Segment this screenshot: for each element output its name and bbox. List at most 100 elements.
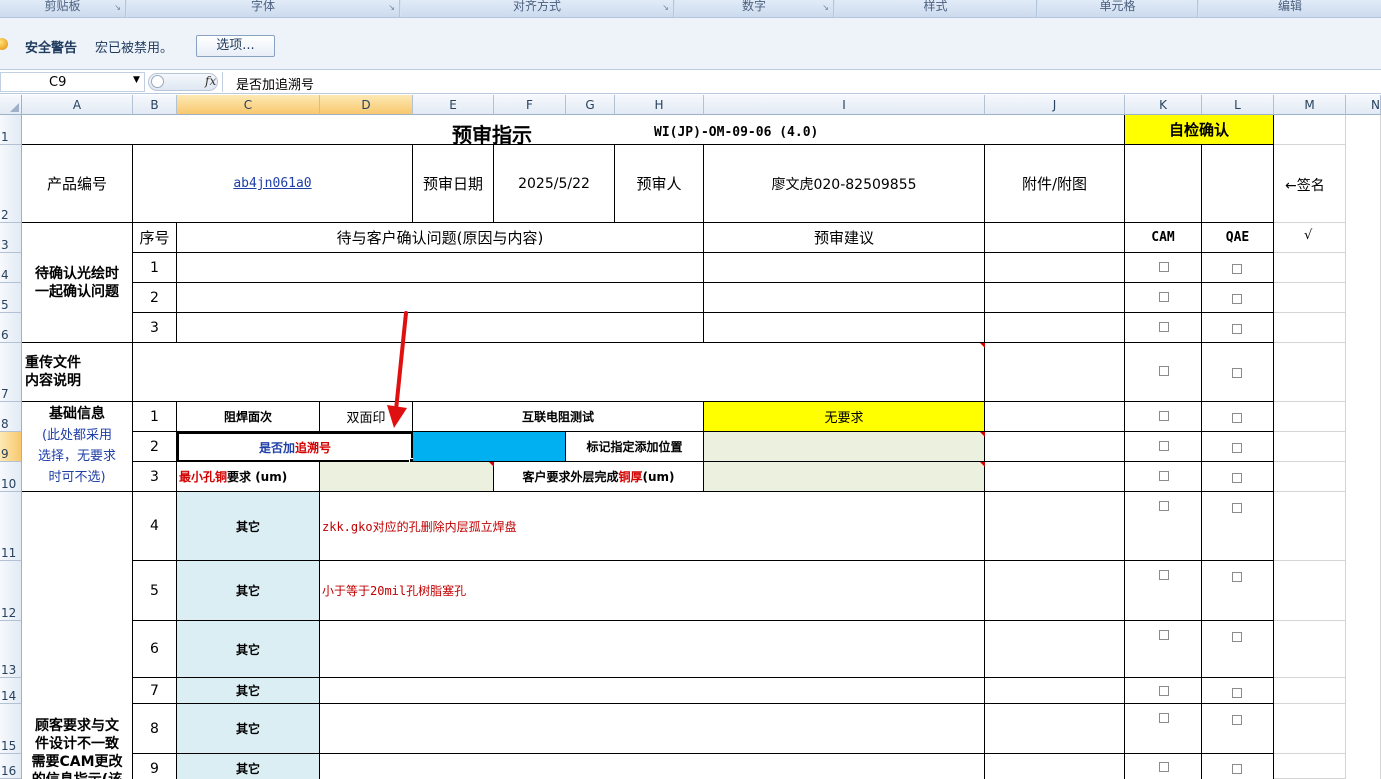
formula-input[interactable]: 是否加追溯号 [222, 72, 1381, 93]
row-header-10[interactable]: 10 [0, 462, 22, 492]
qae-checkbox[interactable] [1232, 294, 1242, 304]
ribbon-group-clipboard[interactable]: 剪贴板 ↘ [0, 0, 126, 17]
cell-j16[interactable] [985, 754, 1125, 779]
other-type[interactable]: 其它 [177, 492, 320, 561]
column-header-d[interactable]: D [320, 95, 413, 115]
qae-checkbox[interactable] [1232, 503, 1242, 513]
row-header-3[interactable]: 3 [0, 223, 22, 253]
cell-j6[interactable] [985, 313, 1125, 343]
cam-checkbox[interactable] [1159, 441, 1169, 451]
outer-thick-input[interactable] [704, 462, 985, 492]
reupload-content[interactable] [133, 343, 985, 402]
cell-j8[interactable] [985, 402, 1125, 432]
cam-checkbox[interactable] [1159, 630, 1169, 640]
other-content[interactable] [320, 678, 985, 704]
cam-checkbox[interactable] [1159, 570, 1169, 580]
column-header-f[interactable]: F [494, 95, 566, 115]
cell-m8[interactable] [1274, 402, 1346, 432]
mark-position-input[interactable] [704, 432, 985, 462]
ribbon-group-number[interactable]: 数字 ↘ [675, 0, 834, 17]
cell-j13[interactable] [985, 621, 1125, 678]
cell-l15[interactable] [1202, 704, 1274, 754]
pending-suggestion-3[interactable] [704, 313, 985, 343]
row-header-7[interactable]: 7 [0, 343, 22, 402]
column-header-j[interactable]: J [985, 95, 1125, 115]
other-type[interactable]: 其它 [177, 754, 320, 779]
column-header-c[interactable]: C [177, 95, 320, 115]
cell-m2[interactable]: ←签名 [1274, 145, 1346, 223]
cell-m9[interactable] [1274, 432, 1346, 462]
trace-no-select[interactable] [413, 432, 566, 462]
cell-j10[interactable] [985, 462, 1125, 492]
cam-checkbox[interactable] [1159, 411, 1169, 421]
column-header-b[interactable]: B [133, 95, 177, 115]
other-content[interactable]: zkk.gko对应的孔删除内层孤立焊盘 [320, 492, 985, 561]
cell-m12[interactable] [1274, 561, 1346, 621]
cell-m3[interactable]: √ [1274, 223, 1346, 253]
qae-checkbox[interactable] [1232, 264, 1242, 274]
other-type[interactable]: 其它 [177, 678, 320, 704]
cell-m1[interactable] [1274, 115, 1346, 145]
column-header-g[interactable]: G [566, 95, 615, 115]
other-content[interactable] [320, 621, 985, 678]
other-content[interactable] [320, 704, 985, 754]
qae-checkbox[interactable] [1232, 443, 1242, 453]
cell-j11[interactable] [985, 492, 1125, 561]
column-header-i[interactable]: I [704, 95, 985, 115]
cell-l13[interactable] [1202, 621, 1274, 678]
row-header-13[interactable]: 13 [0, 621, 22, 678]
other-content[interactable]: 小于等于20mil孔树脂塞孔 [320, 561, 985, 621]
row-header-11[interactable]: 11 [0, 492, 22, 561]
select-all-corner[interactable] [0, 95, 22, 115]
qae-checkbox[interactable] [1232, 764, 1242, 774]
title-cell[interactable]: 预审指示 WI(JP)-OM-09-06 (4.0) [22, 115, 1125, 145]
reviewer-value[interactable]: 廖文虎020-82509855 [704, 145, 985, 223]
cell-l2[interactable] [1202, 145, 1274, 223]
other-type[interactable]: 其它 [177, 561, 320, 621]
row-header-6[interactable]: 6 [0, 313, 22, 343]
cam-checkbox[interactable] [1159, 762, 1169, 772]
cell-m11[interactable] [1274, 492, 1346, 561]
cell-j4[interactable] [985, 253, 1125, 283]
row-header-8[interactable]: 8 [0, 402, 22, 432]
dialog-launcher-icon[interactable]: ↘ [822, 1, 829, 14]
other-type[interactable]: 其它 [177, 621, 320, 678]
cell-l12[interactable] [1202, 561, 1274, 621]
pending-question-2[interactable] [177, 283, 704, 313]
row-header-16[interactable]: 16 [0, 754, 22, 779]
row-header-5[interactable]: 5 [0, 283, 22, 313]
qae-checkbox[interactable] [1232, 473, 1242, 483]
column-header-e[interactable]: E [413, 95, 494, 115]
min-hole-input[interactable] [320, 462, 494, 492]
other-content[interactable] [320, 754, 985, 779]
self-check-header[interactable]: 自检确认 [1125, 115, 1274, 145]
cell-k15[interactable] [1125, 704, 1202, 754]
interconnect-select[interactable]: 无要求 [704, 402, 985, 432]
pending-question-3[interactable] [177, 313, 704, 343]
qae-checkbox[interactable] [1232, 572, 1242, 582]
ribbon-group-alignment[interactable]: 对齐方式 ↘ [401, 0, 674, 17]
review-date-value[interactable]: 2025/5/22 [494, 145, 615, 223]
options-button[interactable]: 选项... [196, 35, 275, 57]
cell-m14[interactable] [1274, 678, 1346, 704]
row-header-2[interactable]: 2 [0, 145, 22, 223]
column-header-l[interactable]: L [1202, 95, 1274, 115]
row-header-4[interactable]: 4 [0, 253, 22, 283]
chevron-down-icon[interactable]: ▼ [133, 75, 140, 85]
cell-m16[interactable] [1274, 754, 1346, 779]
column-n-cells[interactable] [1346, 115, 1381, 779]
row-header-9[interactable]: 9 [0, 432, 22, 462]
cell-m4[interactable] [1274, 253, 1346, 283]
insert-function-icon[interactable]: fx [205, 74, 216, 88]
other-type[interactable]: 其它 [177, 704, 320, 754]
pending-suggestion-2[interactable] [704, 283, 985, 313]
column-header-n[interactable]: N [1346, 95, 1381, 115]
name-box[interactable]: C9 ▼ [0, 72, 145, 92]
qae-checkbox[interactable] [1232, 413, 1242, 423]
cam-checkbox[interactable] [1159, 292, 1169, 302]
row-header-12[interactable]: 12 [0, 561, 22, 621]
cam-checkbox[interactable] [1159, 471, 1169, 481]
qae-checkbox[interactable] [1232, 632, 1242, 642]
cam-checkbox[interactable] [1159, 713, 1169, 723]
cell-j15[interactable] [985, 704, 1125, 754]
